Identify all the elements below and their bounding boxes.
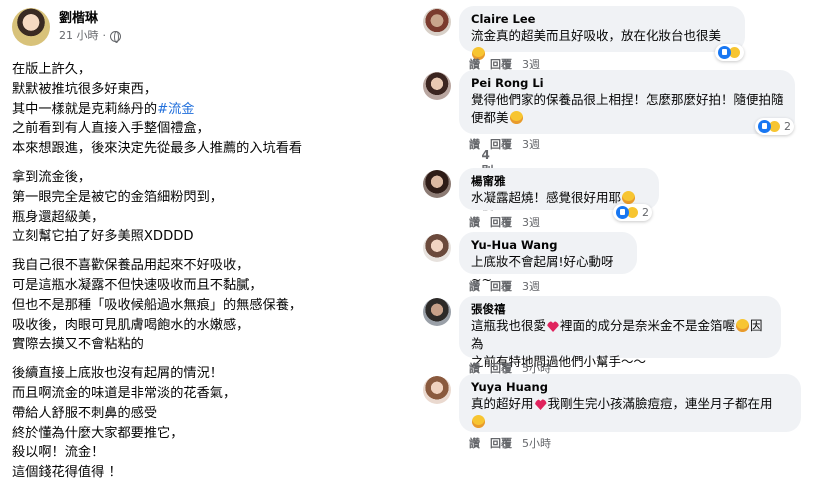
laughing-emoji-icon: [736, 319, 750, 332]
comment-bubble: 張俊禧 這瓶我也很愛 裡面的成分是奈米金不是金箔喔 因為 之前有特地問過他們小幫手～…: [459, 296, 781, 369]
post-time-text[interactable]: 21 小時: [59, 28, 99, 44]
comment-bubble: Yu-Hua Wang 上底妝不會起屑!好心動呀~~: [459, 232, 637, 287]
commenter-name[interactable]: Claire Lee: [471, 11, 735, 27]
comment-text-part: 我剛生完小孩滿臉痘痘，連坐月子都在用: [547, 396, 773, 411]
comment-bubble: Claire Lee 流金真的超美而且好吸收，放在化妝台也很美: [459, 6, 745, 60]
post-line: 拿到流金後，: [12, 169, 92, 185]
post-timestamp: 21 小時 ·: [59, 28, 121, 44]
post-line: 後續直接上底妝也沒有起屑的情況！: [12, 366, 223, 382]
hashtag-link[interactable]: #流金: [157, 102, 194, 117]
comment-text-part: 裡面的成分是奈米金不是金箔喔: [560, 318, 736, 333]
comment-actions: 讚回覆 3週: [469, 214, 550, 230]
commenter-avatar[interactable]: [423, 170, 451, 198]
comment-text: 真的超好用 我剛生完小孩滿臉痘痘，連坐月子都在用: [471, 395, 791, 413]
laughing-emoji-icon: [472, 415, 485, 428]
commenter-avatar[interactable]: [423, 234, 451, 262]
post-line: 默默被推坑很多好東西，: [12, 81, 158, 97]
separator-dot: ·: [102, 29, 107, 42]
post-line: 本來想跟進，後來決定先從最多人推薦的入坑看看: [12, 141, 303, 157]
reaction-summary[interactable]: 2: [755, 118, 794, 135]
post-line: 這個錢花得值得 ！: [12, 465, 122, 481]
comment-text-part: 流金真的超美而且好吸收，放在化妝台也很美: [471, 28, 722, 43]
comment-text: 這瓶我也很愛 裡面的成分是奈米金不是金箔喔 因為: [471, 317, 771, 353]
comment-text-part: 真的超好用: [471, 396, 534, 411]
like-reaction-icon: [718, 46, 731, 59]
post-card: 劉楷琳 21 小時 · 在版上許久， 默默被推坑很多好東西， 其中一樣就是克莉絲…: [0, 0, 410, 480]
post-line: 但也不是那種「吸收候船過水無痕」的無感保養，: [12, 297, 303, 313]
comment-text: 覺得他們家的保養品很上相捏！怎麼那麼好拍！隨便拍隨: [471, 92, 784, 107]
post-line: 我自己很不喜歡保養品用起來不好吸收，: [12, 258, 250, 274]
like-reaction-icon: [616, 206, 629, 219]
like-button[interactable]: 讚: [469, 216, 480, 229]
reply-button[interactable]: 回覆: [490, 280, 512, 293]
laughing-emoji-icon: [509, 111, 523, 124]
post-author[interactable]: 劉楷琳: [59, 10, 121, 28]
reply-button[interactable]: 回覆: [490, 437, 512, 450]
like-reaction-icon: [758, 120, 771, 133]
post-line: 殺以啊！流金！: [12, 445, 105, 461]
author-avatar[interactable]: [12, 8, 50, 46]
commenter-avatar[interactable]: [423, 72, 451, 100]
comment-actions: 讚回覆 3週: [469, 278, 550, 294]
reaction-count: 2: [642, 206, 649, 219]
heart-emoji-icon: [534, 399, 547, 410]
comments-panel: Claire Lee 流金真的超美而且好吸收，放在化妝台也很美 讚回覆 3週 Pe…: [413, 0, 816, 459]
comment-time[interactable]: 3週: [522, 138, 540, 151]
comment-text: [471, 413, 791, 431]
post-line: 實際去摸又不會粘粘的: [12, 337, 144, 353]
post-line: 吸收後，肉眼可見肌膚喝飽水的水嫩感，: [12, 317, 250, 333]
comment-text-part: 這瓶我也很愛: [471, 318, 547, 333]
commenter-avatar[interactable]: [423, 376, 451, 404]
comment-text-part: 水凝露超燒！感覺很好用耶: [471, 190, 622, 205]
comment-time[interactable]: 3週: [522, 216, 540, 229]
comment-bubble: Yuya Huang 真的超好用 我剛生完小孩滿臉痘痘，連坐月子都在用: [459, 374, 801, 432]
comment-actions: 讚回覆 5小時: [469, 435, 561, 451]
heart-emoji-icon: [547, 321, 560, 332]
commenter-avatar[interactable]: [423, 298, 451, 326]
post-paragraph: 在版上許久， 默默被推坑很多好東西， 其中一樣就是克莉絲丹的#流金 之前看到有人…: [12, 60, 407, 159]
comment-bubble: Pei Rong Li 覺得他們家的保養品很上相捏！怎麼那麼好拍！隨便拍隨 便都…: [459, 70, 795, 134]
reaction-summary[interactable]: 2: [613, 204, 652, 221]
post-line: 第一眼完全是被它的金箔細粉閃到，: [12, 189, 223, 205]
reaction-summary[interactable]: [715, 44, 744, 61]
post-line: 可是這瓶水凝露不但快速吸收而且不黏膩，: [12, 277, 263, 293]
post-header: 劉楷琳 21 小時 ·: [12, 8, 121, 46]
reaction-count: 2: [784, 120, 791, 133]
post-line-text: 其中一樣就是克莉絲丹的: [12, 101, 158, 117]
laughing-emoji-icon: [622, 191, 636, 204]
post-line: 瓶身還超級美，: [12, 209, 105, 225]
comment-text: 便都美: [471, 109, 785, 127]
globe-icon: [110, 30, 121, 43]
comment-time[interactable]: 3週: [522, 280, 540, 293]
post-line: 立刻幫它拍了好多美照XDDDD: [12, 229, 194, 245]
commenter-name[interactable]: Pei Rong Li: [471, 75, 785, 91]
comment-text-part: 便都美: [471, 110, 509, 125]
post-line: 終於懂為什麼大家都要推它，: [12, 425, 184, 441]
like-button[interactable]: 讚: [469, 437, 480, 450]
post-paragraph: 我自己很不喜歡保養品用起來不好吸收， 可是這瓶水凝露不但快速吸收而且不黏膩， 但…: [12, 256, 407, 355]
post-paragraph: 後續直接上底妝也沒有起屑的情況！ 而且啊流金的味道是非常淡的花香氣， 帶給人舒服…: [12, 364, 407, 483]
reply-button[interactable]: 回覆: [490, 216, 512, 229]
post-body: 在版上許久， 默默被推坑很多好東西， 其中一樣就是克莉絲丹的#流金 之前看到有人…: [12, 60, 407, 492]
post-line: 而且啊流金的味道是非常淡的花香氣，: [12, 385, 237, 401]
post-meta: 劉楷琳 21 小時 ·: [59, 8, 121, 46]
post-line: 帶給人舒服不刺鼻的感受: [12, 405, 158, 421]
post-paragraph: 拿到流金後， 第一眼完全是被它的金箔細粉閃到， 瓶身還超級美， 立刻幫它拍了好多…: [12, 168, 407, 247]
commenter-name[interactable]: 楊甯雅: [471, 173, 649, 189]
commenter-avatar[interactable]: [423, 8, 451, 36]
post-line: 在版上許久，: [12, 62, 92, 77]
commenter-name[interactable]: Yuya Huang: [471, 379, 791, 395]
commenter-name[interactable]: 張俊禧: [471, 301, 771, 317]
post-line: 之前看到有人直接入手整個禮盒，: [12, 121, 210, 137]
commenter-name[interactable]: Yu-Hua Wang: [471, 237, 627, 253]
like-button[interactable]: 讚: [469, 280, 480, 293]
post-line: 其中一樣就是克莉絲丹的#流金: [12, 100, 407, 120]
comment-time[interactable]: 5小時: [522, 437, 551, 450]
